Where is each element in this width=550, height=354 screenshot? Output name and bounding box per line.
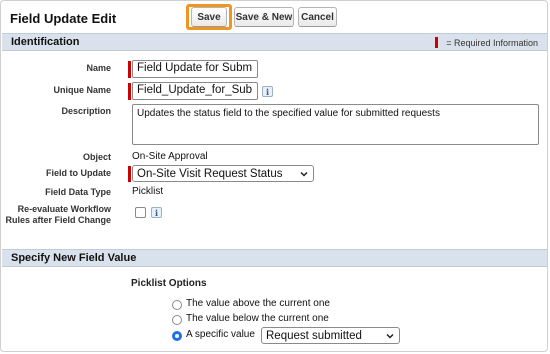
radio-specific-value[interactable] <box>172 331 182 341</box>
identification-section-header: Identification = Required Information <box>2 33 547 51</box>
save-and-new-button[interactable]: Save & New <box>234 7 294 27</box>
info-icon[interactable]: i <box>262 86 273 97</box>
chevron-down-icon <box>386 333 394 339</box>
save-button[interactable]: Save <box>191 7 227 27</box>
object-label: Object <box>82 152 111 162</box>
object-value: On-Site Approval <box>132 151 208 162</box>
field-to-update-select[interactable]: On-Site Visit Request Status <box>132 165 314 182</box>
reevaluate-checkbox[interactable] <box>135 207 146 218</box>
unique-name-field[interactable]: Field_Update_for_Sub <box>132 82 258 100</box>
chevron-down-icon <box>300 171 308 177</box>
radio-specific-value-label[interactable]: A specific value <box>186 329 255 340</box>
field-to-update-label: Field to Update <box>46 168 111 178</box>
picklist-options-label: Picklist Options <box>131 278 207 289</box>
radio-value-below-label[interactable]: The value below the current one <box>186 313 329 324</box>
field-data-type-label: Field Data Type <box>45 187 111 197</box>
field-data-type-value: Picklist <box>132 186 164 197</box>
name-field[interactable]: Field Update for Subm <box>132 60 258 78</box>
specific-value-selected: Request submitted <box>266 329 362 342</box>
section-title: Specify New Field Value <box>11 252 137 264</box>
radio-value-below[interactable] <box>172 315 182 325</box>
description-label: Description <box>61 106 111 116</box>
unique-name-label: Unique Name <box>53 85 111 95</box>
required-legend-text: = Required Information <box>446 37 538 48</box>
page-title: Field Update Edit <box>10 11 117 26</box>
radio-value-above-label[interactable]: The value above the current one <box>186 298 330 309</box>
name-label: Name <box>86 63 111 73</box>
new-value-section-header: Specify New Field Value <box>2 249 547 267</box>
required-indicator-icon <box>435 37 439 48</box>
info-icon[interactable]: i <box>151 207 162 218</box>
required-legend: = Required Information <box>435 37 538 48</box>
required-indicator-icon <box>128 83 131 100</box>
field-to-update-selected-value: On-Site Visit Request Status <box>137 167 283 180</box>
required-indicator-icon <box>128 61 131 78</box>
specific-value-select[interactable]: Request submitted <box>261 327 400 344</box>
required-indicator-icon <box>128 166 131 182</box>
field-update-edit-panel: Field Update Edit Save Save & New Cancel… <box>0 0 548 352</box>
reevaluate-label: Re-evaluate Workflow Rules after Field C… <box>5 204 111 225</box>
cancel-button[interactable]: Cancel <box>298 7 337 27</box>
description-field[interactable]: Updates the status field to the specifie… <box>132 104 539 145</box>
radio-value-above[interactable] <box>172 300 182 310</box>
section-title: Identification <box>11 36 80 48</box>
